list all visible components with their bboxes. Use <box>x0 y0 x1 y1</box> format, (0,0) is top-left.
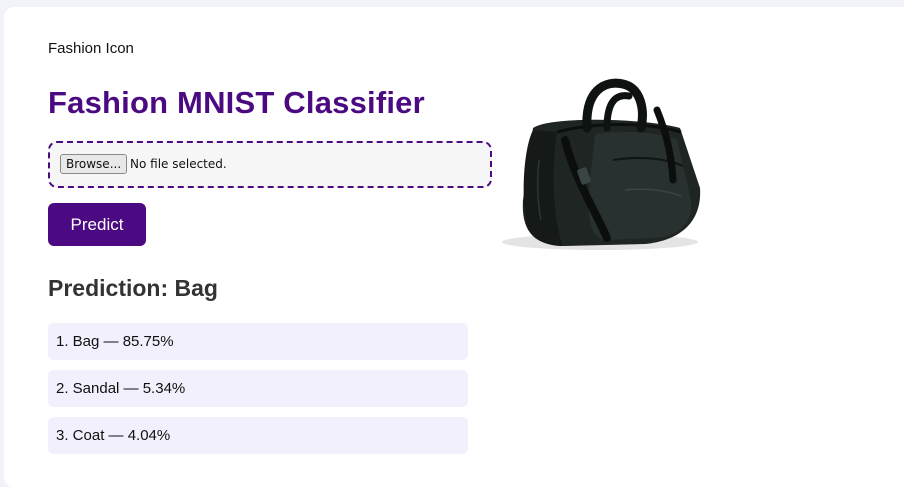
prediction-heading: Prediction: Bag <box>48 275 218 301</box>
result-item: 1. Bag — 85.75% <box>48 323 468 360</box>
file-upload-zone[interactable]: Browse... No file selected. <box>48 141 492 188</box>
predict-button[interactable]: Predict <box>48 203 146 246</box>
result-item: 3. Coat — 4.04% <box>48 417 468 454</box>
result-item: 2. Sandal — 5.34% <box>48 370 468 407</box>
main-card: Fashion Icon Fashion MNIST Classifier Br… <box>4 7 904 487</box>
file-status-text: No file selected. <box>130 157 227 171</box>
browse-button[interactable]: Browse... <box>60 154 128 174</box>
prediction-results-list: 1. Bag — 85.75% 2. Sandal — 5.34% 3. Coa… <box>48 323 468 464</box>
uploaded-bag-image <box>502 78 701 250</box>
fashion-icon-broken-image: Fashion Icon <box>48 40 134 57</box>
page-title: Fashion MNIST Classifier <box>48 85 425 120</box>
